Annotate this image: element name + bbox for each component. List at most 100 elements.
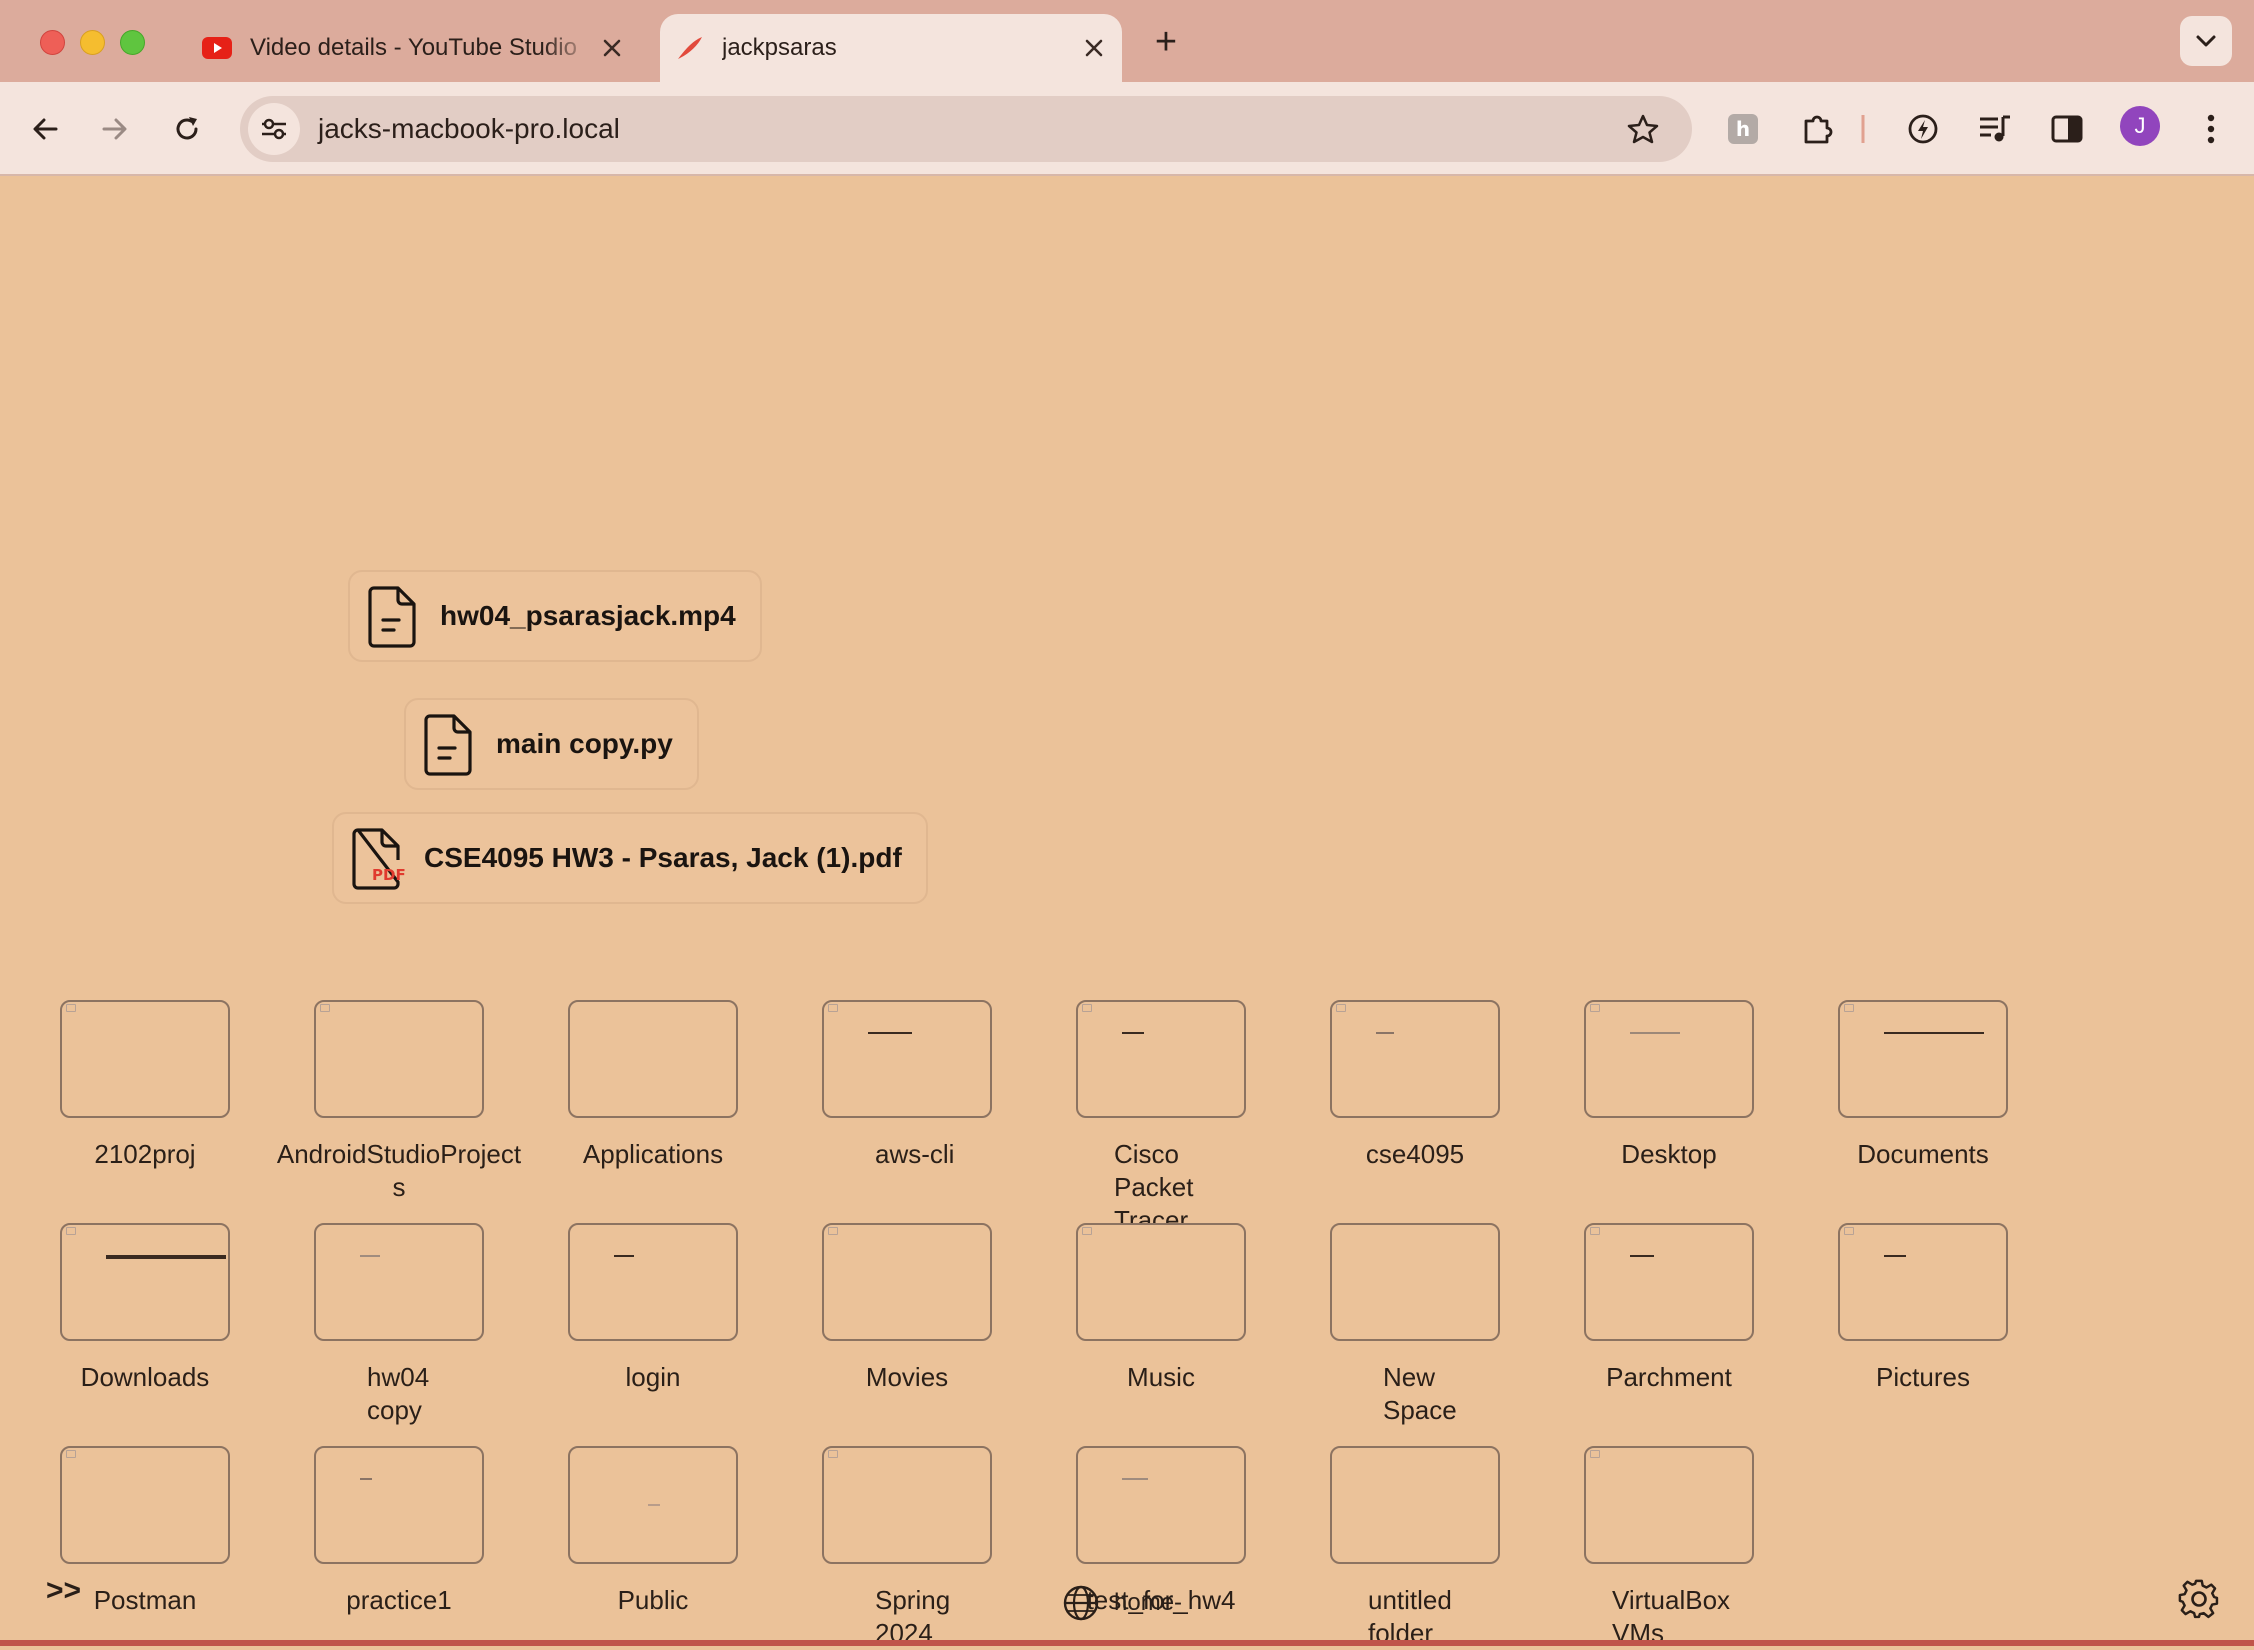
back-button[interactable]: [22, 106, 68, 152]
extension-h-icon: h: [1727, 113, 1759, 145]
folder-label: Desktop: [1594, 1138, 1744, 1171]
folder-item[interactable]: AndroidStudioProjects: [272, 1000, 526, 1204]
folder-label: Movies: [832, 1361, 982, 1394]
folder-icon: [314, 1223, 484, 1341]
folder-item[interactable]: Music: [1034, 1223, 1288, 1394]
tab-youtube-studio[interactable]: Video details - YouTube Studio: [190, 14, 640, 82]
folder-item[interactable]: Pictures: [1796, 1223, 2050, 1394]
folder-icon: [314, 1000, 484, 1118]
folder-icon: [1584, 1446, 1754, 1564]
site-info-button[interactable]: [248, 103, 300, 155]
pdf-icon: PDF: [350, 826, 404, 890]
zoom-window-button[interactable]: [120, 30, 145, 55]
folder-icon: [1330, 1000, 1500, 1118]
reload-button[interactable]: [164, 106, 210, 152]
folder-item[interactable]: Documents: [1796, 1000, 2050, 1171]
folder-item[interactable]: Downloads: [18, 1223, 272, 1394]
tab-jackpsaras[interactable]: jackpsaras: [660, 14, 1122, 82]
folder-icon: [1076, 1000, 1246, 1118]
side-panel-icon: [2051, 115, 2083, 143]
document-icon: [366, 584, 420, 648]
gear-icon: [2178, 1578, 2220, 1620]
folder-item[interactable]: practice1: [272, 1446, 526, 1617]
folder-item[interactable]: Desktop: [1542, 1000, 1796, 1171]
folder-icon: [1330, 1446, 1500, 1564]
queue-music-icon: [1978, 114, 2012, 144]
settings-button[interactable]: [2178, 1578, 2220, 1620]
minimize-window-button[interactable]: [80, 30, 105, 55]
back-arrow-icon: [30, 114, 60, 144]
folder-label: Parchment: [1594, 1361, 1744, 1394]
feather-icon: [674, 33, 704, 63]
folder-icon: [568, 1446, 738, 1564]
side-panel-button[interactable]: [2042, 104, 2092, 154]
folder-icon: [568, 1223, 738, 1341]
home-label: home-: [1114, 1589, 1182, 1617]
home-link[interactable]: home-: [1062, 1584, 1182, 1622]
energy-saver-button[interactable]: [1898, 104, 1948, 154]
close-tab-icon[interactable]: [594, 30, 630, 66]
folder-label: 2102proj: [70, 1138, 220, 1171]
folder-icon: [314, 1446, 484, 1564]
folder-label: Public: [578, 1584, 728, 1617]
svg-text:h: h: [1736, 117, 1750, 141]
folder-label: cse4095: [1340, 1138, 1490, 1171]
leaf-bolt-icon: [1906, 112, 1940, 146]
close-tab-icon[interactable]: [1076, 30, 1112, 66]
browser-menu-button[interactable]: [2186, 104, 2236, 154]
folder-label: login: [578, 1361, 728, 1394]
folder-item[interactable]: hw04 copy: [272, 1223, 526, 1427]
extensions-button[interactable]: [1792, 104, 1842, 154]
bookmark-star-button[interactable]: [1618, 104, 1668, 154]
folder-item[interactable]: Parchment: [1542, 1223, 1796, 1394]
media-controls-button[interactable]: [1970, 104, 2020, 154]
tab-strip: Video details - YouTube Studio jackpsara…: [0, 0, 2254, 82]
file-item[interactable]: hw04_psarasjack.mp4: [348, 570, 762, 662]
folder-icon: [1076, 1223, 1246, 1341]
close-window-button[interactable]: [40, 30, 65, 55]
browser-toolbar: jacks-macbook-pro.local h J: [0, 82, 2254, 176]
youtube-icon: [202, 33, 232, 63]
folder-item[interactable]: Applications: [526, 1000, 780, 1171]
chevron-down-icon: [2195, 34, 2217, 48]
tab-search-button[interactable]: [2180, 16, 2232, 66]
folder-icon: [1838, 1000, 2008, 1118]
folder-item[interactable]: Public: [526, 1446, 780, 1617]
folder-item[interactable]: login: [526, 1223, 780, 1394]
folder-icon: [60, 1000, 230, 1118]
reload-icon: [172, 114, 202, 144]
puzzle-icon: [1800, 112, 1834, 146]
forward-button[interactable]: [92, 106, 138, 152]
folder-label: Applications: [578, 1138, 728, 1171]
file-item[interactable]: main copy.py: [404, 698, 699, 790]
star-icon: [1627, 113, 1659, 145]
folder-label: Documents: [1848, 1138, 1998, 1171]
expand-panel-button[interactable]: >>: [46, 1574, 81, 1608]
folder-item[interactable]: aws-cli: [780, 1000, 1034, 1171]
folder-icon: [822, 1000, 992, 1118]
forward-arrow-icon: [100, 114, 130, 144]
extension-h-button[interactable]: h: [1718, 104, 1768, 154]
folder-icon: [1330, 1223, 1500, 1341]
folder-icon: [1076, 1446, 1246, 1564]
folder-item[interactable]: 2102proj: [18, 1000, 272, 1171]
folder-item[interactable]: Spring 2024: [780, 1446, 1034, 1650]
folder-icon: [1584, 1223, 1754, 1341]
url-text[interactable]: jacks-macbook-pro.local: [318, 113, 1618, 145]
profile-avatar[interactable]: J: [2120, 106, 2160, 146]
address-bar[interactable]: jacks-macbook-pro.local: [240, 96, 1692, 162]
folder-icon: [60, 1446, 230, 1564]
file-item[interactable]: PDF CSE4095 HW3 - Psaras, Jack (1).pdf: [332, 812, 928, 904]
tab-title: jackpsaras: [722, 34, 1076, 62]
folder-item[interactable]: New Space: [1288, 1223, 1542, 1427]
new-tab-button[interactable]: +: [1146, 22, 1186, 62]
folder-icon: [60, 1223, 230, 1341]
folder-item[interactable]: Movies: [780, 1223, 1034, 1394]
tune-icon: [260, 117, 288, 141]
folder-item[interactable]: untitled folder: [1288, 1446, 1542, 1650]
folder-item[interactable]: VirtualBox VMs: [1542, 1446, 1796, 1650]
folder-item[interactable]: Cisco Packet Tracer: [1034, 1000, 1288, 1237]
folder-label: aws-cli: [857, 1138, 957, 1171]
folder-item[interactable]: cse4095: [1288, 1000, 1542, 1171]
folder-icon: [822, 1446, 992, 1564]
